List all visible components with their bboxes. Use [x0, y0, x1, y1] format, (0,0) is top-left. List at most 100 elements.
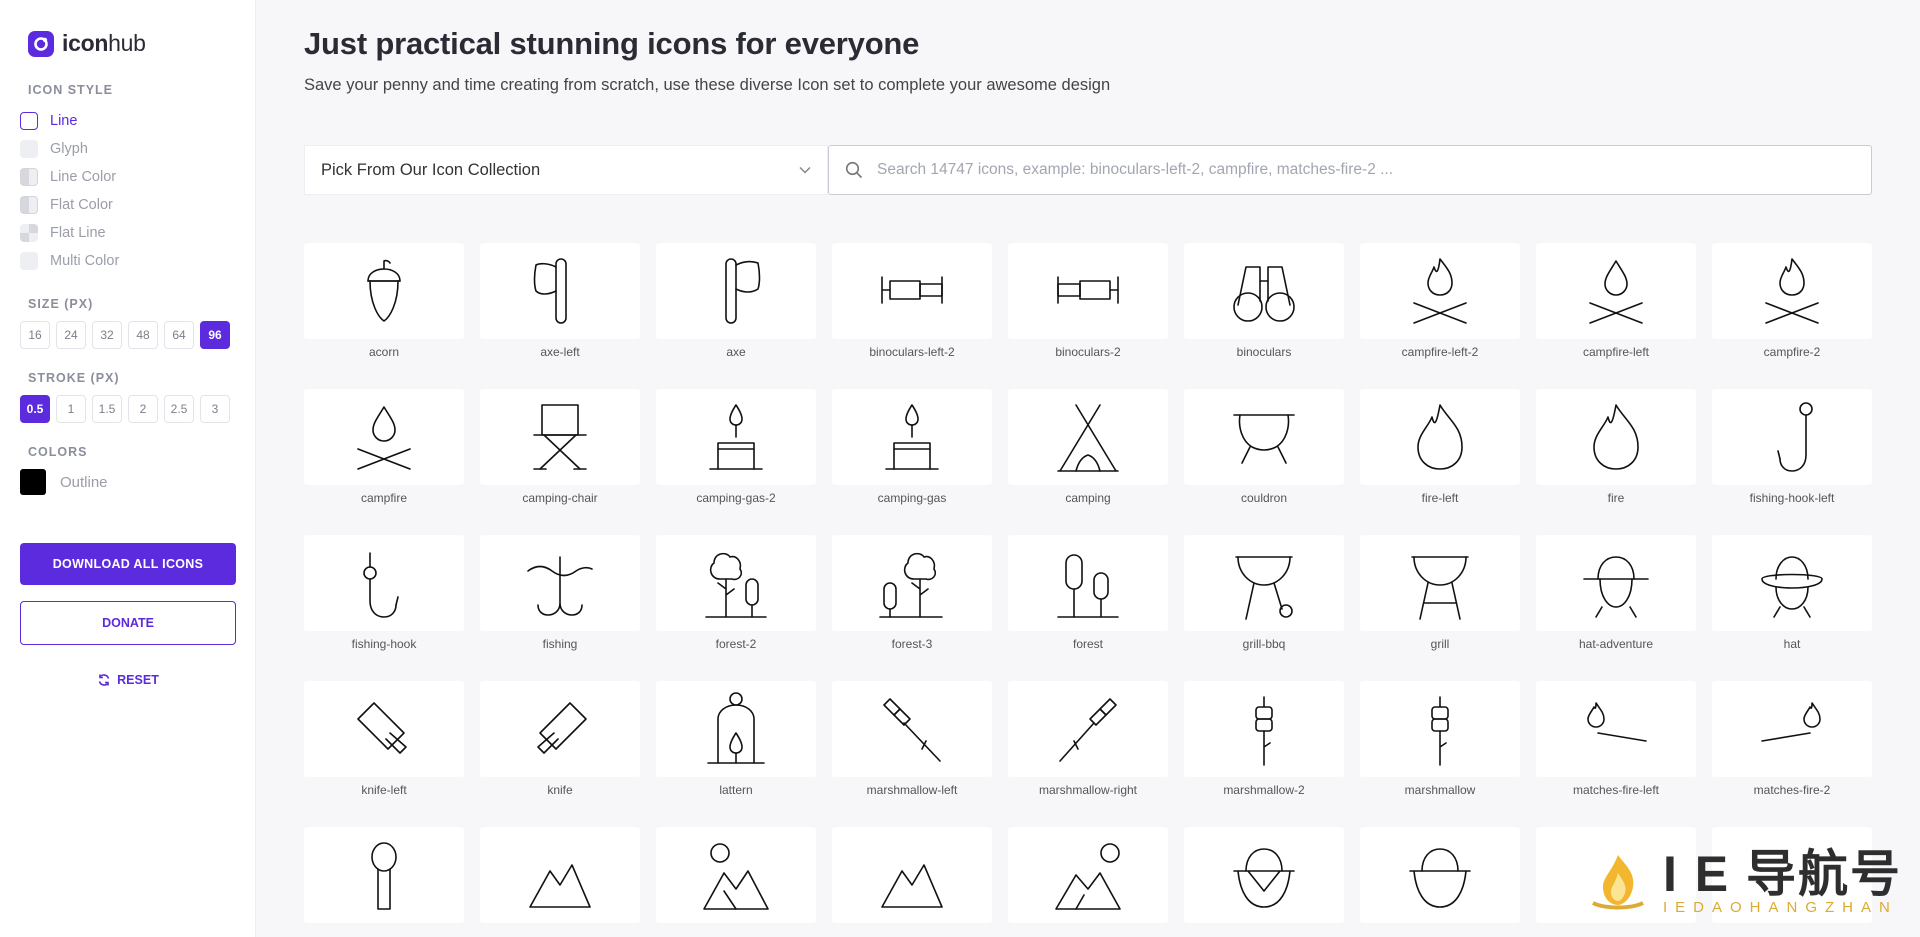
icon-tile[interactable] [832, 389, 992, 485]
icon-tile[interactable] [656, 243, 816, 339]
stroke-option-3[interactable]: 3 [200, 395, 230, 423]
icon-tile[interactable] [1008, 681, 1168, 777]
icon-card[interactable] [1360, 827, 1520, 937]
size-option-96[interactable]: 96 [200, 321, 230, 349]
icon-style-flat-line[interactable]: Flat Line [20, 219, 235, 247]
icon-tile[interactable] [1184, 389, 1344, 485]
icon-card-knife[interactable]: knife [480, 681, 640, 827]
icon-tile[interactable] [1184, 827, 1344, 923]
icon-tile[interactable] [656, 681, 816, 777]
icon-card-camping[interactable]: camping [1008, 389, 1168, 535]
icon-card[interactable] [656, 827, 816, 937]
icon-card-acorn[interactable]: acorn [304, 243, 464, 389]
icon-card-couldron[interactable]: couldron [1184, 389, 1344, 535]
stroke-option-1[interactable]: 1 [56, 395, 86, 423]
icon-tile[interactable] [1184, 681, 1344, 777]
reset-button[interactable]: RESET [20, 673, 236, 687]
color-picker-outline[interactable]: Outline [20, 469, 235, 495]
icon-tile[interactable] [304, 681, 464, 777]
stroke-option-2[interactable]: 2 [128, 395, 158, 423]
collection-select[interactable]: Pick From Our Icon Collection [304, 145, 828, 195]
icon-card-hat-adventure[interactable]: hat-adventure [1536, 535, 1696, 681]
icon-style-flat-color[interactable]: Flat Color [20, 191, 235, 219]
icon-card-forest[interactable]: forest [1008, 535, 1168, 681]
icon-tile[interactable] [1008, 243, 1168, 339]
icon-style-multi-color[interactable]: Multi Color [20, 247, 235, 275]
icon-tile[interactable] [656, 827, 816, 923]
icon-tile[interactable] [656, 535, 816, 631]
icon-card-marshmallow-left[interactable]: marshmallow-left [832, 681, 992, 827]
icon-tile[interactable] [1184, 535, 1344, 631]
icon-tile[interactable] [1360, 535, 1520, 631]
stroke-option-0-5[interactable]: 0.5 [20, 395, 50, 423]
icon-tile[interactable] [304, 535, 464, 631]
icon-card-matches-fire-left[interactable]: matches-fire-left [1536, 681, 1696, 827]
icon-tile[interactable] [1536, 681, 1696, 777]
icon-card-binoculars-left-2[interactable]: binoculars-left-2 [832, 243, 992, 389]
icon-card-camping-gas[interactable]: camping-gas [832, 389, 992, 535]
icon-tile[interactable] [832, 681, 992, 777]
icon-card-camping-chair[interactable]: camping-chair [480, 389, 640, 535]
size-option-64[interactable]: 64 [164, 321, 194, 349]
icon-tile[interactable] [656, 389, 816, 485]
icon-card[interactable] [1184, 827, 1344, 937]
icon-card-grill[interactable]: grill [1360, 535, 1520, 681]
icon-card-fishing[interactable]: fishing [480, 535, 640, 681]
icon-card-campfire-left-2[interactable]: campfire-left-2 [1360, 243, 1520, 389]
icon-card[interactable] [480, 827, 640, 937]
icon-tile[interactable] [480, 243, 640, 339]
icon-tile[interactable] [1008, 827, 1168, 923]
icon-card-knife-left[interactable]: knife-left [304, 681, 464, 827]
icon-card-marshmallow-right[interactable]: marshmallow-right [1008, 681, 1168, 827]
icon-tile[interactable] [480, 681, 640, 777]
icon-tile[interactable] [832, 535, 992, 631]
size-option-48[interactable]: 48 [128, 321, 158, 349]
icon-tile[interactable] [832, 243, 992, 339]
icon-tile[interactable] [1536, 243, 1696, 339]
icon-tile[interactable] [1360, 827, 1520, 923]
icon-style-line-color[interactable]: Line Color [20, 163, 235, 191]
icon-tile[interactable] [304, 827, 464, 923]
search-input[interactable] [877, 161, 1855, 179]
icon-tile[interactable] [1008, 389, 1168, 485]
logo[interactable]: iconhub [28, 30, 235, 57]
icon-card-campfire-left[interactable]: campfire-left [1536, 243, 1696, 389]
icon-card[interactable] [1008, 827, 1168, 937]
icon-tile[interactable] [1360, 243, 1520, 339]
icon-tile[interactable] [1008, 535, 1168, 631]
icon-card-campfire[interactable]: campfire [304, 389, 464, 535]
icon-tile[interactable] [1536, 535, 1696, 631]
icon-card[interactable] [304, 827, 464, 937]
icon-card-grill-bbq[interactable]: grill-bbq [1184, 535, 1344, 681]
icon-tile[interactable] [832, 827, 992, 923]
icon-card-camping-gas-2[interactable]: camping-gas-2 [656, 389, 816, 535]
icon-card-hat[interactable]: hat [1712, 535, 1872, 681]
icon-tile[interactable] [304, 243, 464, 339]
icon-card-axe[interactable]: axe [656, 243, 816, 389]
donate-button[interactable]: DONATE [20, 601, 236, 645]
icon-card-axe-left[interactable]: axe-left [480, 243, 640, 389]
download-all-button[interactable]: DOWNLOAD ALL ICONS [20, 543, 236, 585]
icon-tile[interactable] [1712, 681, 1872, 777]
stroke-option-1-5[interactable]: 1.5 [92, 395, 122, 423]
icon-style-glyph[interactable]: Glyph [20, 135, 235, 163]
size-option-32[interactable]: 32 [92, 321, 122, 349]
icon-tile[interactable] [1536, 389, 1696, 485]
icon-tile[interactable] [1360, 389, 1520, 485]
icon-card-marshmallow[interactable]: marshmallow [1360, 681, 1520, 827]
icon-tile[interactable] [1712, 389, 1872, 485]
icon-tile[interactable] [480, 389, 640, 485]
icon-tile[interactable] [1360, 681, 1520, 777]
icon-card-campfire-2[interactable]: campfire-2 [1712, 243, 1872, 389]
icon-card-binoculars[interactable]: binoculars [1184, 243, 1344, 389]
icon-tile[interactable] [480, 535, 640, 631]
icon-card-binoculars-2[interactable]: binoculars-2 [1008, 243, 1168, 389]
icon-card-fire-left[interactable]: fire-left [1360, 389, 1520, 535]
icon-card-forest-2[interactable]: forest-2 [656, 535, 816, 681]
icon-card-fishing-hook[interactable]: fishing-hook [304, 535, 464, 681]
icon-card-fishing-hook-left[interactable]: fishing-hook-left [1712, 389, 1872, 535]
color-swatch[interactable] [20, 469, 46, 495]
icon-style-line[interactable]: Line [20, 107, 235, 135]
icon-tile[interactable] [1712, 535, 1872, 631]
icon-tile[interactable] [480, 827, 640, 923]
